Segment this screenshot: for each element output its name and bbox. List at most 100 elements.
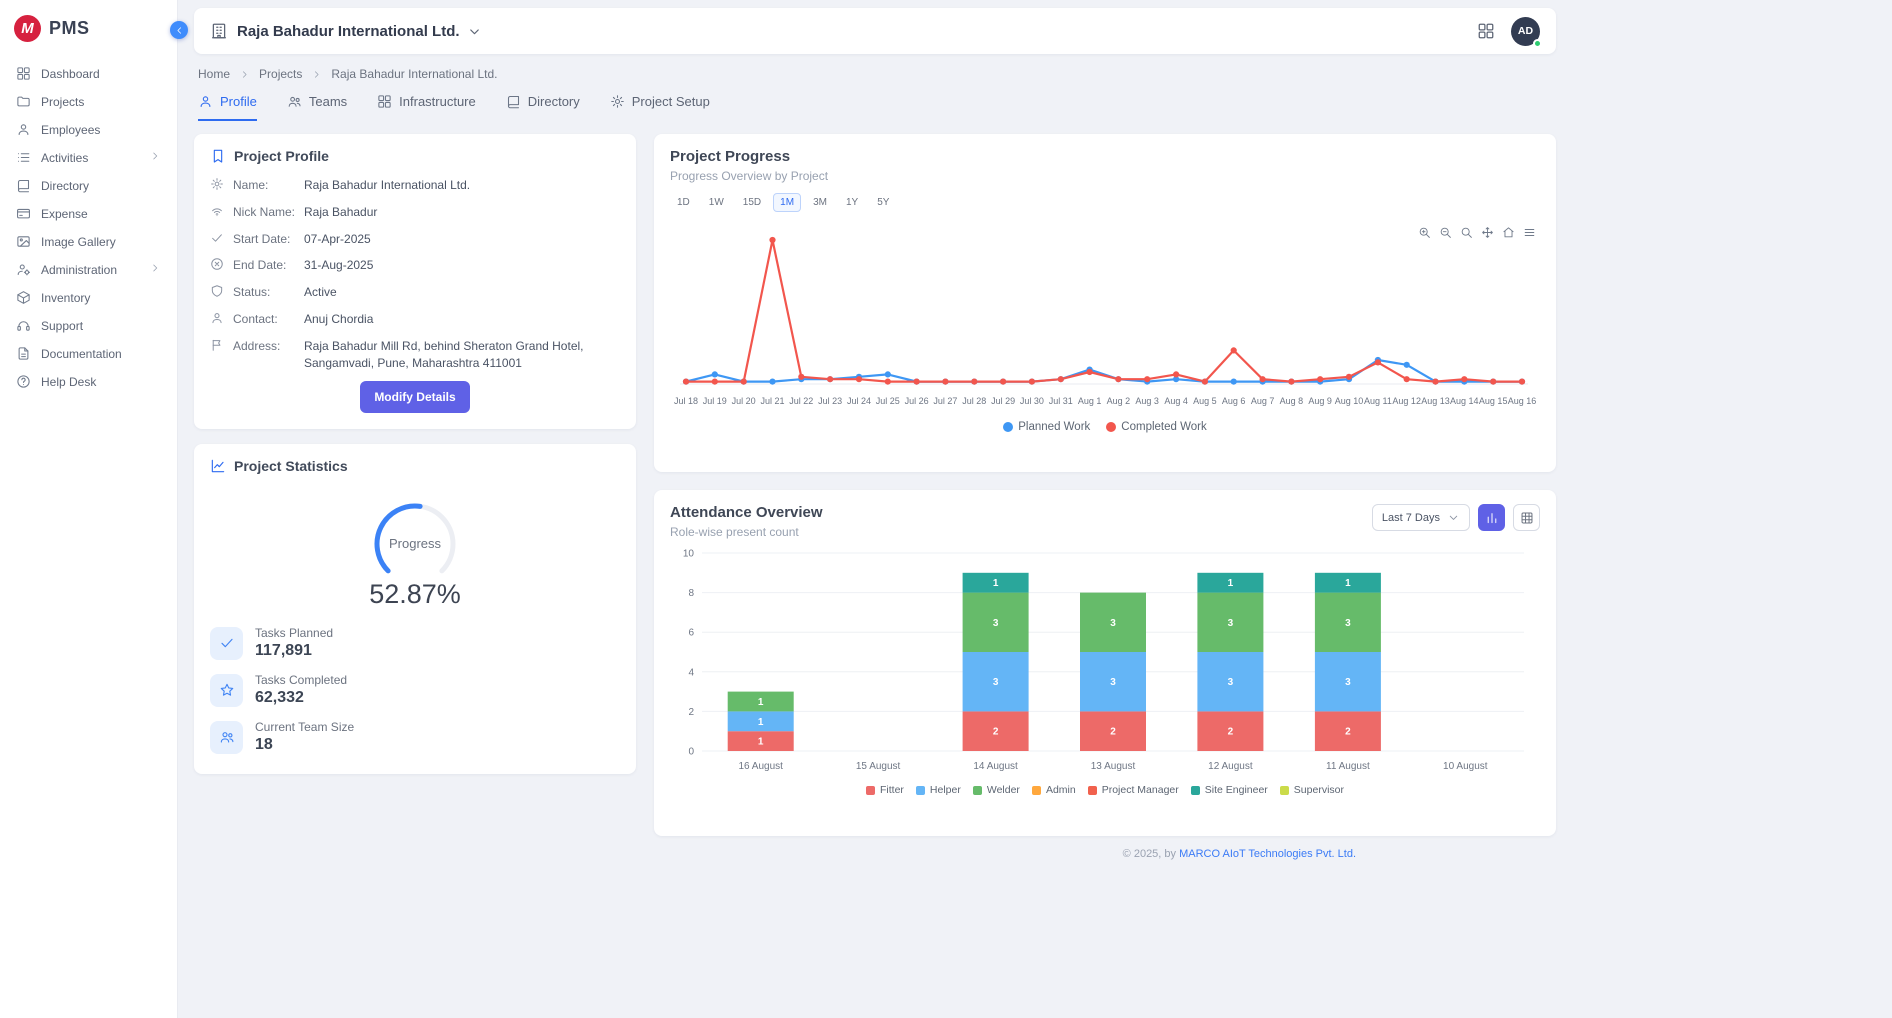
range-1d-button[interactable]: 1D	[670, 193, 697, 212]
stat-item: Current Team Size18	[210, 720, 620, 754]
svg-text:Aug 1: Aug 1	[1078, 396, 1102, 406]
sidebar-item-support[interactable]: Support	[10, 312, 167, 339]
svg-text:Aug 15: Aug 15	[1479, 396, 1508, 406]
breadcrumb-item: Raja Bahadur International Ltd.	[331, 67, 497, 81]
sidebar-item-employees[interactable]: Employees	[10, 116, 167, 143]
gear-icon	[210, 177, 224, 191]
legend-item-supervisor[interactable]: Supervisor	[1280, 784, 1344, 796]
modify-details-button[interactable]: Modify Details	[360, 381, 469, 413]
pan-button[interactable]	[1481, 226, 1494, 239]
sidebar-item-inventory[interactable]: Inventory	[10, 284, 167, 311]
date-range-value: Last 7 Days	[1382, 512, 1440, 524]
svg-text:1: 1	[758, 697, 764, 708]
sidebar-item-image-gallery[interactable]: Image Gallery	[10, 228, 167, 255]
legend-item-project-manager[interactable]: Project Manager	[1088, 784, 1179, 796]
legend-label: Planned Work	[1018, 421, 1090, 433]
attendance-subtitle: Role-wise present count	[670, 525, 823, 539]
field-label: Start Date:	[233, 231, 295, 248]
legend-item-welder[interactable]: Welder	[973, 784, 1020, 796]
bar-chart-view-button[interactable]	[1478, 504, 1505, 531]
left-column: Project Profile Name:Raja Bahadur Intern…	[194, 134, 636, 860]
sidebar-item-directory[interactable]: Directory	[10, 172, 167, 199]
company-selector[interactable]: Raja Bahadur International Ltd.	[237, 23, 482, 40]
project-progress-chart[interactable]: Jul 18Jul 19Jul 20Jul 21Jul 22Jul 23Jul …	[670, 216, 1540, 421]
zoom-out-button[interactable]	[1439, 226, 1452, 239]
attendance-chart[interactable]: 024681011116 August15 August233114 Augus…	[670, 545, 1540, 782]
profile-field-row: Address:Raja Bahadur Mill Rd, behind She…	[210, 338, 620, 372]
field-value: 07-Apr-2025	[304, 231, 371, 248]
sidebar-nav: DashboardProjectsEmployeesActivitiesDire…	[0, 54, 177, 402]
svg-text:Aug 14: Aug 14	[1450, 396, 1479, 406]
legend-item-admin[interactable]: Admin	[1032, 784, 1076, 796]
home-icon	[1502, 226, 1515, 239]
chevron-right-icon	[149, 150, 161, 165]
profile-field-row: Status:Active	[210, 284, 620, 301]
attendance-overview-card: Attendance Overview Role-wise present co…	[654, 490, 1556, 836]
legend-item-fitter[interactable]: Fitter	[866, 784, 904, 796]
range-1w-button[interactable]: 1W	[702, 193, 731, 212]
range-1m-button[interactable]: 1M	[773, 193, 801, 212]
svg-text:2: 2	[1345, 727, 1351, 738]
sidebar-item-administration[interactable]: Administration	[10, 256, 167, 283]
team-icon	[210, 721, 243, 754]
legend-label: Completed Work	[1121, 421, 1206, 433]
legend-item-site-engineer[interactable]: Site Engineer	[1191, 784, 1268, 796]
view-toggles	[1478, 504, 1540, 531]
content: Project Profile Name:Raja Bahadur Intern…	[194, 134, 1892, 860]
apps-grid-icon[interactable]	[1477, 22, 1495, 40]
menu-button[interactable]	[1523, 226, 1536, 239]
shield-icon	[210, 284, 224, 298]
breadcrumb: Home Projects Raja Bahadur International L…	[198, 67, 1892, 81]
sidebar-item-activities[interactable]: Activities	[10, 144, 167, 171]
zoom-in-button[interactable]	[1418, 226, 1431, 239]
sidebar: M PMS DashboardProjectsEmployeesActiviti…	[0, 0, 178, 1018]
profile-field-row: Name:Raja Bahadur International Ltd.	[210, 177, 620, 194]
field-label: Name:	[233, 177, 295, 194]
tab-project-setup[interactable]: Project Setup	[610, 94, 710, 121]
footer-company-link[interactable]: MARCO AIoT Technologies Pvt. Ltd.	[1179, 848, 1356, 860]
user-avatar[interactable]: AD	[1511, 17, 1540, 46]
sidebar-item-dashboard[interactable]: Dashboard	[10, 60, 167, 87]
table-view-button[interactable]	[1513, 504, 1540, 531]
tab-teams[interactable]: Teams	[287, 94, 347, 121]
svg-text:Aug 3: Aug 3	[1135, 396, 1159, 406]
sidebar-collapse-button[interactable]	[170, 21, 188, 39]
tab-directory[interactable]: Directory	[506, 94, 580, 121]
breadcrumb-item[interactable]: Projects	[259, 67, 302, 81]
legend-label: Fitter	[880, 784, 904, 796]
tab-infrastructure[interactable]: Infrastructure	[377, 94, 476, 121]
breadcrumb-item[interactable]: Home	[198, 67, 230, 81]
sidebar-item-label: Image Gallery	[41, 235, 116, 249]
svg-text:Jul 24: Jul 24	[847, 396, 871, 406]
logo-icon: M	[14, 15, 41, 42]
svg-text:Aug 2: Aug 2	[1107, 396, 1131, 406]
search-button[interactable]	[1460, 226, 1473, 239]
svg-text:Aug 5: Aug 5	[1193, 396, 1217, 406]
legend-item-helper[interactable]: Helper	[916, 784, 961, 796]
legend-item-planned-work[interactable]: Planned Work	[1003, 421, 1090, 433]
field-value: Raja Bahadur	[304, 204, 377, 221]
profile-field-row: Start Date: 07-Apr-2025	[210, 231, 620, 248]
sidebar-item-help-desk[interactable]: Help Desk	[10, 368, 167, 395]
svg-text:1: 1	[1345, 578, 1351, 589]
range-15d-button[interactable]: 15D	[736, 193, 768, 212]
svg-text:10: 10	[683, 549, 695, 560]
top-header: Raja Bahadur International Ltd. AD	[194, 8, 1556, 54]
sidebar-item-documentation[interactable]: Documentation	[10, 340, 167, 367]
date-range-select[interactable]: Last 7 Days	[1372, 504, 1470, 531]
home-button[interactable]	[1502, 226, 1515, 239]
stat-text: Tasks Planned117,891	[255, 626, 333, 660]
svg-text:Aug 10: Aug 10	[1335, 396, 1364, 406]
field-label: Status:	[233, 284, 295, 301]
tab-profile[interactable]: Profile	[198, 94, 257, 121]
range-5y-button[interactable]: 5Y	[870, 193, 896, 212]
range-3m-button[interactable]: 3M	[806, 193, 834, 212]
breadcrumb-separator-icon	[239, 69, 250, 80]
chevron-right-icon	[149, 262, 161, 277]
legend-item-completed-work[interactable]: Completed Work	[1106, 421, 1206, 433]
range-1y-button[interactable]: 1Y	[839, 193, 865, 212]
circle-x-icon	[210, 257, 224, 271]
inventory-icon	[16, 290, 31, 305]
sidebar-item-expense[interactable]: Expense	[10, 200, 167, 227]
sidebar-item-projects[interactable]: Projects	[10, 88, 167, 115]
